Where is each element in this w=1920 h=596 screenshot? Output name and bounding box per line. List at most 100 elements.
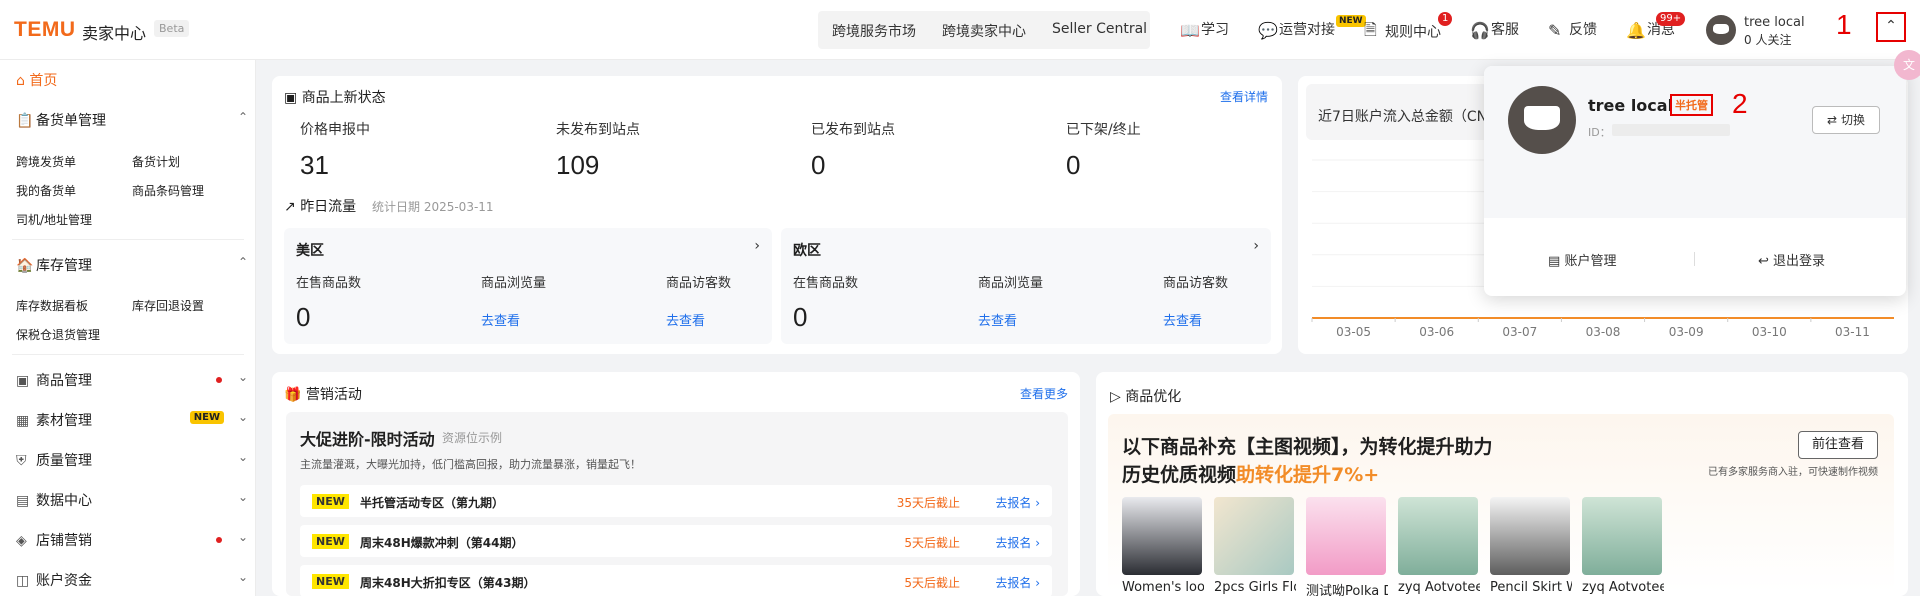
sidebar-section-inventory[interactable]: 🏠 库存管理 ⌃ xyxy=(16,255,248,275)
promo-row[interactable]: NEW 周末48H爆款冲刺（第44期） 5天后截止 去报名 › xyxy=(300,525,1052,557)
promo-row[interactable]: NEW 半托管活动专区（第九期） 35天后截止 去报名 › xyxy=(300,485,1052,517)
chevron-right-icon[interactable]: › xyxy=(1253,238,1259,254)
sidebar-item-driver-address[interactable]: 司机/地址管理 xyxy=(16,211,92,228)
sidebar-item-stock-plan[interactable]: 备货计划 xyxy=(132,153,180,170)
promo-row-signup[interactable]: 去报名 › xyxy=(995,534,1040,551)
sidebar-divider xyxy=(12,354,244,355)
view-link[interactable]: 去查看 xyxy=(481,310,520,329)
promo-row-signup[interactable]: 去报名 › xyxy=(995,574,1040,591)
sidebar-item-shipping-order[interactable]: 跨境发货单 xyxy=(16,153,76,170)
promo-row-deadline: 5天后截止 xyxy=(904,536,960,550)
popover-avatar xyxy=(1508,86,1576,154)
promo-row[interactable]: NEW 周末48H大折扣专区（第43期） 5天后截止 去报名 › xyxy=(300,565,1052,596)
popover-id-label: ID： xyxy=(1588,126,1611,139)
promo-title: 大促进阶-限时活动 xyxy=(300,430,435,449)
book-icon: 📖 xyxy=(1180,20,1200,40)
sidebar-section-quality[interactable]: ⛨ 质量管理 ⌄ xyxy=(16,450,248,470)
chevron-down-icon: ⌄ xyxy=(237,450,248,464)
link-cross-border-center[interactable]: 跨境卖家中心 xyxy=(942,21,1026,41)
chart-x-tick-label: 03-07 xyxy=(1502,325,1537,339)
new-badge: NEW xyxy=(189,411,224,424)
edit-icon: ✎ xyxy=(1548,20,1562,40)
stat-value[interactable]: 0 xyxy=(1066,150,1080,181)
link-service-market[interactable]: 跨境服务市场 xyxy=(832,21,916,41)
temu-logo[interactable]: TEMU xyxy=(14,18,76,42)
sidebar-item-barcode[interactable]: 商品条码管理 xyxy=(132,182,204,199)
red-dot xyxy=(216,537,222,543)
header-user-followers: 0 人关注 xyxy=(1744,33,1792,47)
sidebar-section-products[interactable]: ▣ 商品管理 ⌄ xyxy=(16,370,248,390)
swimsuit-photo[interactable] xyxy=(1306,497,1386,575)
rules-count-badge: 1 xyxy=(1438,12,1453,26)
traffic-date: 统计日期 2025-03-11 xyxy=(372,200,494,214)
translate-float-icon[interactable]: 文 xyxy=(1894,50,1920,80)
learn-button[interactable]: 📖学习 xyxy=(1180,19,1229,40)
gift-icon: 🎁 xyxy=(284,387,302,403)
sidebar: ⌂ 首页 📋 备货单管理 ⌃ 跨境发货单 备货计划 我的备货单 商品条码管理 司机/… xyxy=(0,60,256,596)
view-link[interactable]: 去查看 xyxy=(666,310,705,329)
image-icon: ▦ xyxy=(16,413,30,429)
marketing-more-link[interactable]: 查看更多 xyxy=(1020,385,1068,402)
user-menu-toggle[interactable]: ⌃ xyxy=(1876,12,1906,42)
new-badge: NEW xyxy=(312,534,349,549)
sidebar-section-marketing[interactable]: ◈ 店铺营销 ⌄ xyxy=(16,530,248,550)
header-user-name[interactable]: tree local xyxy=(1744,15,1805,30)
feedback-button[interactable]: ✎ 反馈 xyxy=(1548,19,1597,40)
headset-icon: 🎧 xyxy=(1470,20,1490,40)
sidebar-item-bonded-returns[interactable]: 保税仓退货管理 xyxy=(16,326,100,343)
switch-icon: ⇄ xyxy=(1827,113,1838,127)
seller-center-title: 卖家中心 xyxy=(82,24,147,43)
video-icon: ▷ xyxy=(1110,389,1121,405)
listing-detail-link[interactable]: 查看详情 xyxy=(1220,88,1268,105)
sidebar-divider xyxy=(12,239,244,240)
new-badge: NEW xyxy=(312,494,349,509)
region-name: 美区 xyxy=(296,243,324,259)
messages-count-badge: 99+ xyxy=(1656,12,1686,26)
link-seller-central[interactable]: Seller Central xyxy=(1052,21,1147,37)
stat-value[interactable]: 31 xyxy=(300,150,329,181)
logout-button[interactable]: ↩ 退出登录 xyxy=(1758,250,1825,269)
chart-x-tick-label: 03-11 xyxy=(1835,325,1870,339)
sidebar-section-data[interactable]: ▤ 数据中心 ⌄ xyxy=(16,490,248,510)
chevron-right-icon[interactable]: › xyxy=(754,238,760,254)
switch-account-button[interactable]: ⇄ 切换 xyxy=(1812,106,1880,134)
skirt-photo[interactable] xyxy=(1490,497,1570,575)
ops-new-badge: NEW xyxy=(1336,15,1366,27)
user-avatar[interactable] xyxy=(1706,15,1736,45)
traffic-title: ↗ 昨日流量 xyxy=(284,199,357,215)
annotation-number-1: 1 xyxy=(1836,9,1852,40)
product-name: Pencil Skirt W xyxy=(1490,580,1572,595)
product-icon: ▣ xyxy=(16,373,30,389)
wallet-icon: ◫ xyxy=(16,573,30,589)
go-view-button[interactable]: 前往查看 xyxy=(1798,431,1878,459)
optimize-title: ▷ 商品优化 xyxy=(1110,389,1182,405)
ops-button[interactable]: 💬运营对接 xyxy=(1258,19,1335,40)
stat-value[interactable]: 109 xyxy=(556,150,599,181)
account-management-button[interactable]: ▤ 账户管理 xyxy=(1548,250,1616,269)
promo-row-signup[interactable]: 去报名 › xyxy=(995,494,1040,511)
sidebar-item-inventory-board[interactable]: 库存数据看板 xyxy=(16,297,88,314)
region-col-label: 在售商品数 xyxy=(296,276,362,291)
bell-icon: 🔔 xyxy=(1626,20,1646,40)
sidebar-item-inventory-rollback[interactable]: 库存回退设置 xyxy=(132,297,204,314)
bucket-hat-photo[interactable] xyxy=(1214,497,1294,575)
view-link[interactable]: 去查看 xyxy=(1163,310,1202,329)
promo-desc: 主流量灌溉，大曝光加持，低门槛高回报，助力流量暴涨，销量起飞！ xyxy=(300,458,641,471)
sidebar-item-my-stock-order[interactable]: 我的备货单 xyxy=(16,182,76,199)
stat-value[interactable]: 0 xyxy=(811,150,825,181)
sidebar-section-funds[interactable]: ◫ 账户资金 ⌄ xyxy=(16,570,248,590)
dress-photo[interactable] xyxy=(1582,497,1662,575)
view-link[interactable]: 去查看 xyxy=(978,310,1017,329)
dress-photo[interactable] xyxy=(1398,497,1478,575)
stat-label: 已发布到站点 xyxy=(811,122,895,138)
chevron-right-icon: › xyxy=(1035,576,1040,590)
rules-button[interactable]: 🗎 规则中心 xyxy=(1364,19,1441,46)
sidebar-section-assets[interactable]: ▦ 素材管理 NEW ⌄ xyxy=(16,410,248,430)
semi-managed-tag: 半托管 xyxy=(1670,94,1713,116)
sidebar-section-stocking[interactable]: 📋 备货单管理 ⌃ xyxy=(16,110,248,130)
sidebar-item-home[interactable]: ⌂ 首页 xyxy=(16,70,57,90)
optimize-note: 已有多家服务商入驻，可快速制作视频 xyxy=(1708,467,1878,478)
tshirt-photo[interactable] xyxy=(1122,497,1202,575)
product-name: Women's loo xyxy=(1122,580,1204,595)
customer-service-button[interactable]: 🎧客服 xyxy=(1470,19,1519,40)
